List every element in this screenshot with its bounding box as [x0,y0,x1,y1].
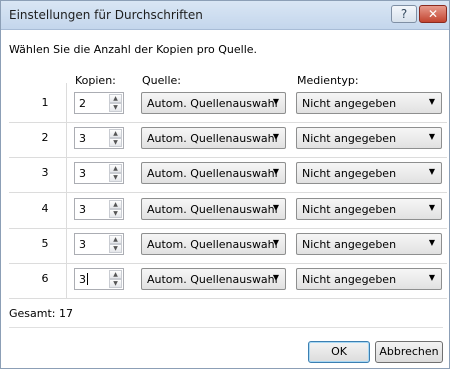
help-button[interactable]: ? [391,5,417,23]
spin-down-icon[interactable]: ▼ [109,138,122,147]
chevron-down-icon: ▼ [428,238,435,247]
spin-up-icon[interactable]: ▲ [109,270,122,279]
media-type-value: Nicht angegeben [302,273,397,286]
text-caret [87,273,88,285]
spin-up-icon[interactable]: ▲ [109,94,122,103]
source-row: 6 3 ▲ ▼ Autom. Quellenauswahl ▼ Nicht an… [9,259,447,299]
source-row: 1 2 ▲ ▼ Autom. Quellenauswahl ▼ Nicht an… [9,83,447,123]
copies-value[interactable]: 3 [79,132,86,145]
row-divider [66,83,67,123]
source-value: Autom. Quellenauswahl [147,203,278,216]
row-divider [66,224,67,264]
footer-divider [9,327,443,328]
row-number: 4 [41,202,49,215]
chevron-down-icon: ▼ [272,273,279,282]
copies-stepper[interactable]: 3 ▲ ▼ [74,233,124,255]
media-type-dropdown[interactable]: Nicht angegeben ▼ [296,268,442,290]
row-divider [66,259,67,299]
close-button[interactable]: ✕ [419,5,447,23]
copies-value[interactable]: 3 [79,273,86,286]
spin-down-icon[interactable]: ▼ [109,173,122,182]
row-number: 1 [41,96,49,109]
spin-up-icon[interactable]: ▲ [109,129,122,138]
chevron-down-icon: ▼ [272,97,279,106]
source-row: 5 3 ▲ ▼ Autom. Quellenauswahl ▼ Nicht an… [9,224,447,264]
source-value: Autom. Quellenauswahl [147,167,278,180]
source-dropdown[interactable]: Autom. Quellenauswahl ▼ [141,268,286,290]
chevron-down-icon: ▼ [428,167,435,176]
media-type-dropdown[interactable]: Nicht angegeben ▼ [296,198,442,220]
close-icon: ✕ [427,7,439,21]
cancel-button[interactable]: Abbrechen [375,341,443,363]
media-type-value: Nicht angegeben [302,203,397,216]
copies-value[interactable]: 2 [79,97,86,110]
source-value: Autom. Quellenauswahl [147,238,278,251]
chevron-down-icon: ▼ [428,132,435,141]
row-divider [66,118,67,158]
title-bar: Einstellungen für Durchschriften ? ✕ [1,1,449,30]
media-type-value: Nicht angegeben [302,97,397,110]
media-type-dropdown[interactable]: Nicht angegeben ▼ [296,92,442,114]
spin-up-icon[interactable]: ▲ [109,164,122,173]
window-title: Einstellungen für Durchschriften [9,8,203,22]
chevron-down-icon: ▼ [428,203,435,212]
spin-down-icon[interactable]: ▼ [109,103,122,112]
copies-stepper[interactable]: 2 ▲ ▼ [74,92,124,114]
source-dropdown[interactable]: Autom. Quellenauswahl ▼ [141,233,286,255]
chevron-down-icon: ▼ [272,203,279,212]
copies-stepper[interactable]: 3 ▲ ▼ [74,268,124,290]
copies-stepper[interactable]: 3 ▲ ▼ [74,127,124,149]
media-type-value: Nicht angegeben [302,132,397,145]
row-number: 3 [41,166,49,179]
media-type-dropdown[interactable]: Nicht angegeben ▼ [296,127,442,149]
help-icon: ? [400,7,408,21]
spin-up-icon[interactable]: ▲ [109,200,122,209]
spin-down-icon[interactable]: ▼ [109,279,122,288]
dialog-window: Einstellungen für Durchschriften ? ✕ Wäh… [0,0,450,369]
source-dropdown[interactable]: Autom. Quellenauswahl ▼ [141,127,286,149]
source-dropdown[interactable]: Autom. Quellenauswahl ▼ [141,162,286,184]
row-number: 5 [41,237,49,250]
source-dropdown[interactable]: Autom. Quellenauswahl ▼ [141,198,286,220]
media-type-dropdown[interactable]: Nicht angegeben ▼ [296,162,442,184]
instruction-text: Wählen Sie die Anzahl der Kopien pro Que… [9,43,258,56]
copies-value[interactable]: 3 [79,238,86,251]
copies-stepper[interactable]: 3 ▲ ▼ [74,198,124,220]
row-divider [66,153,67,193]
source-value: Autom. Quellenauswahl [147,273,278,286]
spin-up-icon[interactable]: ▲ [109,235,122,244]
source-value: Autom. Quellenauswahl [147,132,278,145]
media-type-value: Nicht angegeben [302,238,397,251]
source-row: 4 3 ▲ ▼ Autom. Quellenauswahl ▼ Nicht an… [9,189,447,229]
chevron-down-icon: ▼ [272,167,279,176]
copies-stepper[interactable]: 3 ▲ ▼ [74,162,124,184]
chevron-down-icon: ▼ [272,238,279,247]
copies-value[interactable]: 3 [79,167,86,180]
row-number: 6 [41,272,49,285]
media-type-value: Nicht angegeben [302,167,397,180]
total-copies-label: Gesamt: 17 [9,307,73,320]
copies-value[interactable]: 3 [79,203,86,216]
chevron-down-icon: ▼ [428,97,435,106]
ok-button[interactable]: OK [308,341,370,363]
chevron-down-icon: ▼ [272,132,279,141]
chevron-down-icon: ▼ [428,273,435,282]
source-row: 3 3 ▲ ▼ Autom. Quellenauswahl ▼ Nicht an… [9,153,447,193]
row-divider [66,189,67,229]
source-dropdown[interactable]: Autom. Quellenauswahl ▼ [141,92,286,114]
source-value: Autom. Quellenauswahl [147,97,278,110]
spin-down-icon[interactable]: ▼ [109,244,122,253]
row-number: 2 [41,131,49,144]
source-row: 2 3 ▲ ▼ Autom. Quellenauswahl ▼ Nicht an… [9,118,447,158]
spin-down-icon[interactable]: ▼ [109,209,122,218]
media-type-dropdown[interactable]: Nicht angegeben ▼ [296,233,442,255]
